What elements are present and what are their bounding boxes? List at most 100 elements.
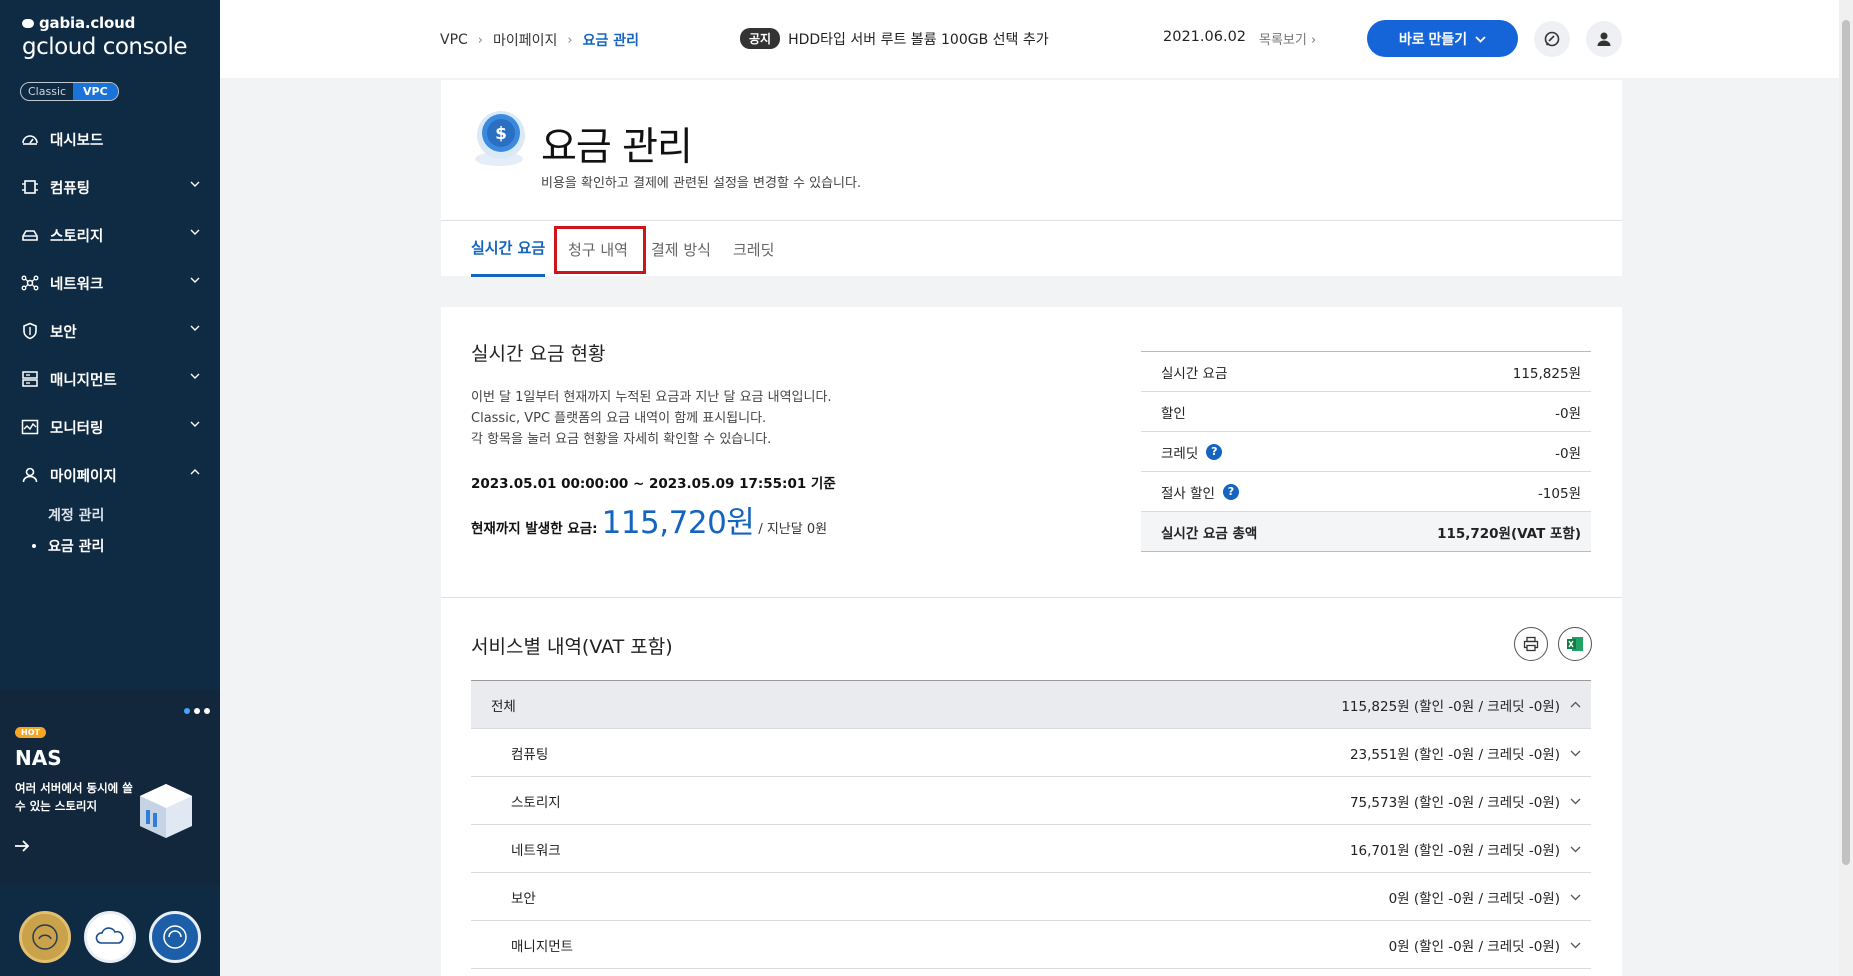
chevron-down-icon <box>1570 942 1581 948</box>
chat-button[interactable] <box>1534 21 1570 57</box>
breadcrumb-vpc[interactable]: VPC <box>440 32 468 48</box>
sidebar-item-computing[interactable]: 컴퓨팅 <box>0 163 220 211</box>
quick-create-button[interactable]: 바로 만들기 <box>1367 20 1518 57</box>
services-actions <box>1514 627 1592 661</box>
service-label: 스토리지 <box>511 794 561 811</box>
service-label: 컴퓨팅 <box>511 746 549 763</box>
brand-big: gcloud console <box>22 34 188 60</box>
service-row[interactable]: 컴퓨팅 23,551원 (할인 -0원 / 크레딧 -0원) <box>471 729 1591 777</box>
chevron-down-icon <box>190 229 200 235</box>
excellence-badge-icon <box>18 910 71 963</box>
excel-download-button[interactable] <box>1558 627 1592 661</box>
toggle-classic[interactable]: Classic <box>21 83 73 100</box>
service-row-all[interactable]: 전체 115,825원 (할인 -0원 / 크레딧 -0원) <box>471 681 1591 729</box>
page-scrollbar[interactable] <box>1839 0 1853 976</box>
sidebar-item-management[interactable]: 매니지먼트 <box>0 355 220 403</box>
chevron-right-icon: › <box>477 32 483 48</box>
services-title: 서비스별 내역(VAT 포함) <box>471 636 673 658</box>
tab-realtime[interactable]: 실시간 요금 <box>471 221 546 277</box>
services-list: 전체 115,825원 (할인 -0원 / 크레딧 -0원) 컴퓨팅 23,55… <box>471 680 1591 969</box>
help-icon[interactable]: ? <box>1206 443 1223 460</box>
brand-logo[interactable]: gabia.cloud gcloud console <box>0 0 220 60</box>
page-title: 요금 관리 <box>541 125 693 170</box>
cloud-service-badge-icon <box>83 910 136 963</box>
toggle-vpc[interactable]: VPC <box>73 83 118 100</box>
user-icon <box>1597 32 1611 46</box>
notice-tag: 공지 <box>740 28 781 49</box>
notice-text[interactable]: HDD타입 서버 루트 볼륨 100GB 선택 추가 <box>788 29 1049 49</box>
summary-label: 할인 <box>1161 405 1186 422</box>
realtime-section: 실시간 요금 현황 이번 달 1일부터 현재까지 누적된 요금과 지난 달 요금… <box>441 307 1622 597</box>
coin-icon: $ <box>475 111 525 166</box>
service-row[interactable]: 스토리지 75,573원 (할인 -0원 / 크레딧 -0원) <box>471 777 1591 825</box>
notice-more-link[interactable]: 목록보기 › <box>1259 29 1316 48</box>
sidebar-item-network[interactable]: 네트워크 <box>0 259 220 307</box>
breadcrumb-current: 요금 관리 <box>582 33 640 49</box>
sidebar-item-security[interactable]: 보안 <box>0 307 220 355</box>
platform-toggle[interactable]: Classic VPC <box>20 82 119 101</box>
sidebar-item-storage[interactable]: 스토리지 <box>0 211 220 259</box>
monitoring-icon <box>20 417 40 437</box>
banner-desc: 여러 서버에서 동시에 쓸 수 있는 스토리지 <box>15 781 133 813</box>
network-icon <box>20 273 40 293</box>
chevron-up-icon <box>190 469 200 475</box>
help-icon[interactable]: ? <box>1222 483 1239 500</box>
service-value: 75,573원 (할인 -0원 / 크레딧 -0원) <box>1349 794 1560 811</box>
shield-icon <box>20 321 40 341</box>
banner-title: NAS <box>15 746 62 770</box>
desc-line: 이번 달 1일부터 현재까지 누적된 요금과 지난 달 요금 내역입니다. <box>471 390 832 405</box>
summary-label: 크레딧 <box>1161 445 1199 462</box>
scrollbar-thumb[interactable] <box>1842 20 1850 865</box>
summary-row: 절사 할인? -105원 <box>1141 472 1591 512</box>
csap-badge-icon <box>149 910 202 963</box>
notice-more-label: 목록보기 <box>1259 33 1307 48</box>
print-button[interactable] <box>1514 627 1548 661</box>
nas-banner[interactable]: HOT NAS 여러 서버에서 동시에 쓸 수 있는 스토리지 <box>0 690 220 885</box>
sidebar-subitem-billing[interactable]: 요금 관리 <box>0 530 220 561</box>
summary-label: 실시간 요금 총액 <box>1161 525 1258 542</box>
desc-line: 각 항목을 눌러 요금 현황을 자세히 확인할 수 있습니다. <box>471 432 772 447</box>
sidebar-item-label: 네트워크 <box>50 276 104 293</box>
sidebar-subitem-account[interactable]: 계정 관리 <box>0 499 220 530</box>
service-value: 0원 (할인 -0원 / 크레딧 -0원) <box>1388 890 1560 907</box>
sidebar-item-label: 컴퓨팅 <box>50 180 91 197</box>
tab-credit[interactable]: 크레딧 <box>733 221 774 277</box>
realtime-amount: 현재까지 발생한 요금: 115,720원 / 지난달 0원 <box>471 497 827 542</box>
services-section: 서비스별 내역(VAT 포함) 전체 115,825원 (할인 -0원 / 크레… <box>441 597 1622 976</box>
summary-label: 실시간 요금 <box>1161 365 1228 382</box>
tab-payment-method[interactable]: 결제 방식 <box>651 221 711 277</box>
service-row[interactable]: 네트워크 16,701원 (할인 -0원 / 크레딧 -0원) <box>471 825 1591 873</box>
service-row[interactable]: 보안 0원 (할인 -0원 / 크레딧 -0원) <box>471 873 1591 921</box>
profile-button[interactable] <box>1586 21 1622 57</box>
chevron-right-icon: › <box>567 32 573 48</box>
summary-value: -0원 <box>1555 445 1581 462</box>
chevron-down-icon <box>1570 798 1581 804</box>
summary-row: 할인 -0원 <box>1141 392 1591 432</box>
sidebar: gabia.cloud gcloud console Classic VPC 대… <box>0 0 220 976</box>
hot-badge: HOT <box>15 727 46 738</box>
service-value: 23,551원 (할인 -0원 / 크레딧 -0원) <box>1349 746 1560 763</box>
sidebar-item-label: 마이페이지 <box>50 468 117 485</box>
summary-value: -105원 <box>1537 485 1581 502</box>
realtime-period: 2023.05.01 00:00:00 ~ 2023.05.09 17:55:0… <box>471 476 836 492</box>
sidebar-item-monitoring[interactable]: 모니터링 <box>0 403 220 451</box>
chat-icon <box>1544 31 1560 47</box>
chevron-down-icon <box>190 325 200 331</box>
chevron-down-icon <box>190 181 200 187</box>
sidebar-item-dashboard[interactable]: 대시보드 <box>0 115 220 163</box>
breadcrumb-mypage[interactable]: 마이페이지 <box>493 30 557 50</box>
excel-icon <box>1567 637 1583 651</box>
banner-pagination[interactable] <box>184 708 210 714</box>
notice-date: 2021.06.02 <box>1163 29 1247 45</box>
amount-label: 현재까지 발생한 요금: <box>471 521 598 537</box>
arrow-right-icon[interactable] <box>13 838 31 854</box>
user-icon <box>20 465 40 485</box>
service-row[interactable]: 매니지먼트 0원 (할인 -0원 / 크레딧 -0원) <box>471 921 1591 969</box>
chevron-down-icon <box>1570 750 1581 756</box>
notice-banner[interactable]: 공지 HDD타입 서버 루트 볼륨 100GB 선택 추가 <box>740 28 1049 49</box>
management-icon <box>20 369 40 389</box>
summary-value: 115,825원 <box>1512 365 1581 382</box>
quick-create-label: 바로 만들기 <box>1398 30 1468 47</box>
sidebar-item-mypage[interactable]: 마이페이지 <box>0 451 220 499</box>
realtime-title: 실시간 요금 현황 <box>471 343 606 365</box>
